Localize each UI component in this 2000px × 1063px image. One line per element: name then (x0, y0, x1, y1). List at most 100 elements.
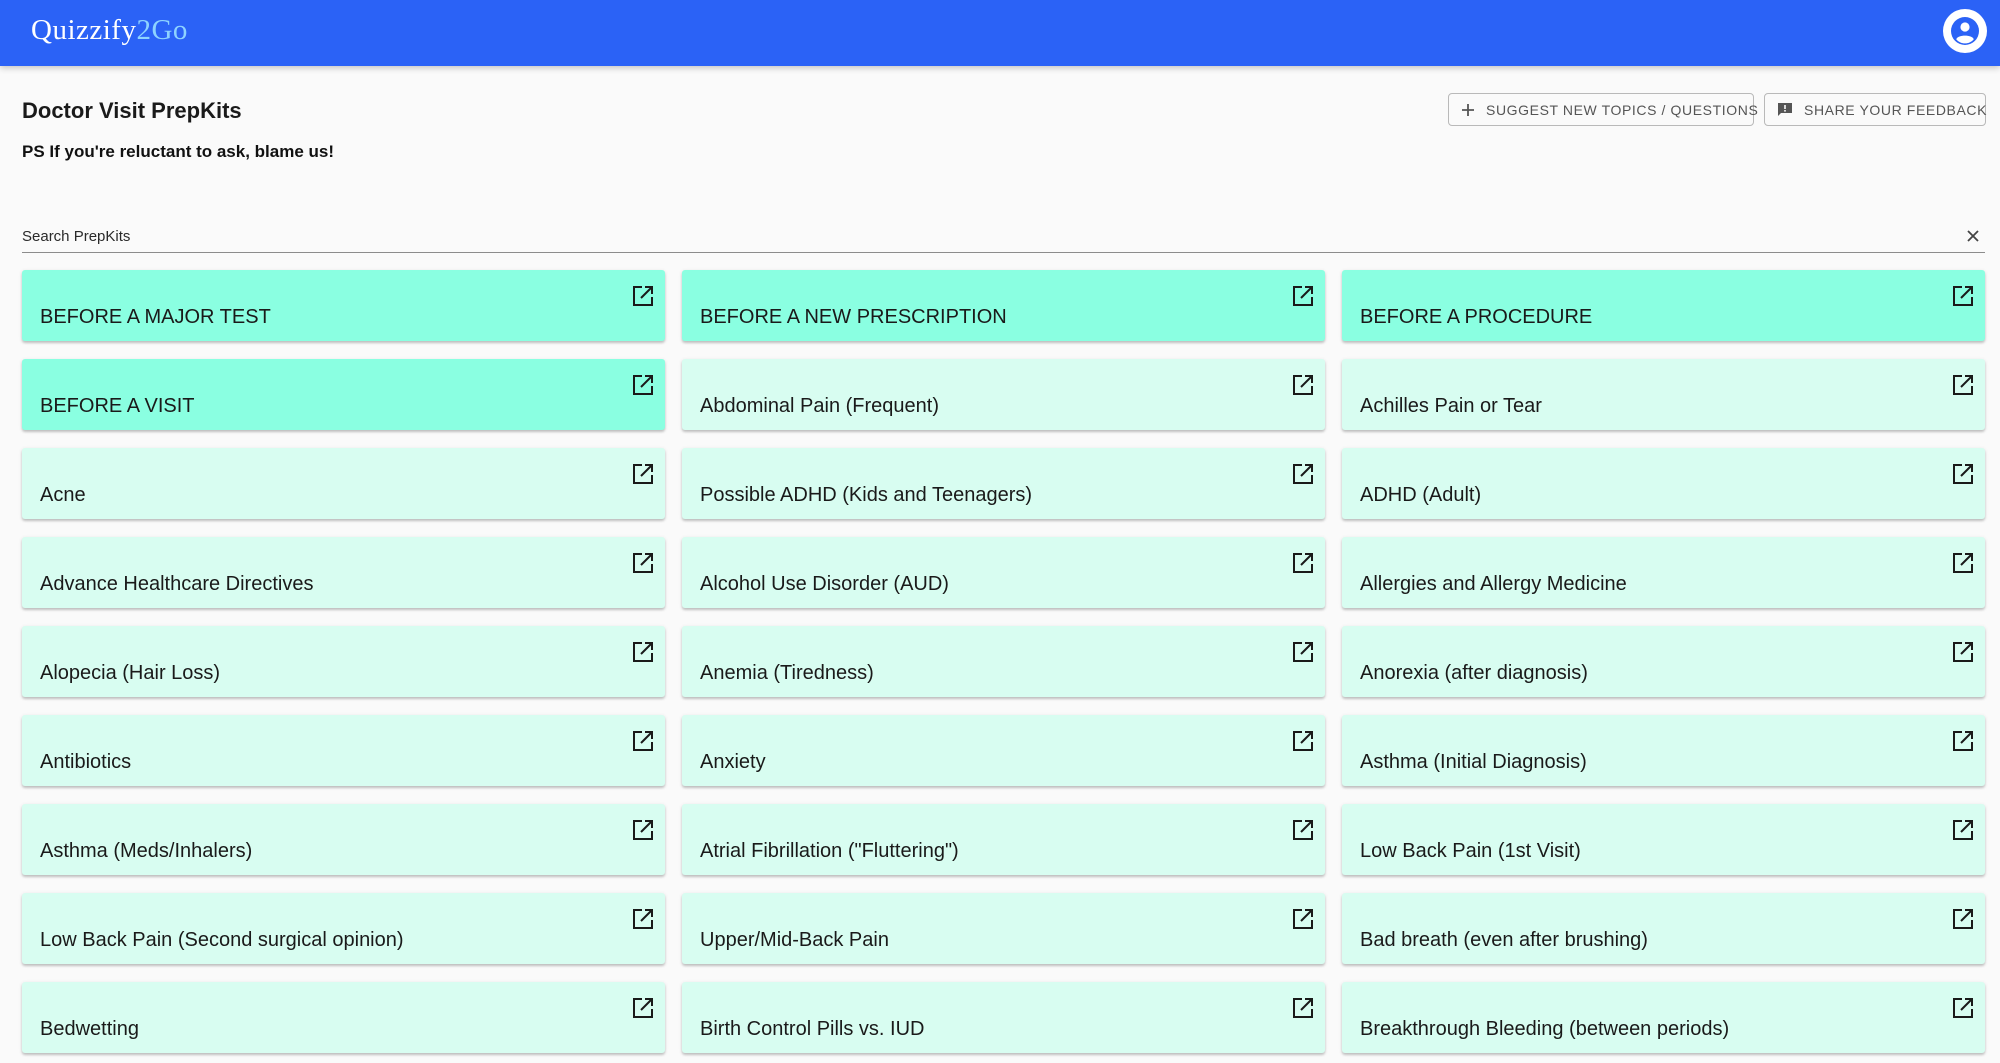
prepkit-card-label: BEFORE A VISIT (40, 395, 195, 417)
open-in-new-icon[interactable] (1951, 818, 1975, 842)
prepkit-card-label: Alopecia (Hair Loss) (40, 662, 221, 684)
open-in-new-icon[interactable] (1291, 818, 1315, 842)
brand-logo[interactable]: Quizzify2Go (31, 12, 188, 48)
open-in-new-icon[interactable] (1951, 640, 1975, 664)
account-circle-icon (1951, 17, 1979, 45)
open-in-new-icon[interactable] (631, 462, 655, 486)
prepkit-card[interactable]: Bad breath (even after brushing) (1342, 893, 1985, 964)
open-in-new-icon[interactable] (1951, 907, 1975, 931)
open-in-new-icon[interactable] (1291, 640, 1315, 664)
open-in-new-icon[interactable] (631, 818, 655, 842)
prepkit-card-label: BEFORE A MAJOR TEST (40, 306, 271, 328)
share-feedback-label: Share your feedback (1804, 101, 1988, 118)
open-in-new-icon[interactable] (631, 640, 655, 664)
prepkit-card[interactable]: Atrial Fibrillation ("Fluttering") (682, 804, 1325, 875)
close-icon (1967, 230, 1979, 242)
top-app-bar: Quizzify2Go (0, 0, 2000, 66)
prepkit-card-label: Bad breath (even after brushing) (1360, 929, 1648, 951)
open-in-new-icon[interactable] (1951, 284, 1975, 308)
prepkit-card-label: Abdominal Pain (Frequent) (700, 395, 940, 417)
prepkit-card[interactable]: Upper/Mid-Back Pain (682, 893, 1325, 964)
suggest-topics-button[interactable]: Suggest new topics / questions (1448, 93, 1758, 126)
prepkit-card-label: Bedwetting (40, 1018, 139, 1040)
prepkit-card-label: Low Back Pain (Second surgical opinion) (40, 929, 404, 951)
prepkit-card-label: ADHD (Adult) (1360, 484, 1482, 506)
prepkit-card-label: Acne (40, 484, 86, 506)
feedback-icon (1776, 101, 1794, 119)
clear-search-button[interactable] (1963, 226, 1983, 246)
open-in-new-icon[interactable] (1291, 996, 1315, 1020)
prepkit-card-label: Alcohol Use Disorder (AUD) (700, 573, 949, 595)
prepkit-card[interactable]: BEFORE A NEW PRESCRIPTION (682, 270, 1325, 341)
suggest-topics-label: Suggest new topics / questions (1486, 101, 1759, 118)
prepkit-card[interactable]: Low Back Pain (1st Visit) (1342, 804, 1985, 875)
open-in-new-icon[interactable] (1291, 551, 1315, 575)
prepkit-card-label: Birth Control Pills vs. IUD (700, 1018, 925, 1040)
prepkit-card[interactable]: Achilles Pain or Tear (1342, 359, 1985, 430)
prepkit-card[interactable]: Antibiotics (22, 715, 665, 786)
prepkit-card[interactable]: BEFORE A VISIT (22, 359, 665, 430)
open-in-new-icon[interactable] (1951, 729, 1975, 753)
prepkit-card[interactable]: Low Back Pain (Second surgical opinion) (22, 893, 665, 964)
brand-name-part1: Quizzify (31, 14, 137, 46)
open-in-new-icon[interactable] (631, 907, 655, 931)
prepkit-card-label: Possible ADHD (Kids and Teenagers) (700, 484, 1033, 506)
prepkit-card-label: Allergies and Allergy Medicine (1360, 573, 1627, 595)
open-in-new-icon[interactable] (1951, 373, 1975, 397)
open-in-new-icon[interactable] (631, 996, 655, 1020)
open-in-new-icon[interactable] (631, 551, 655, 575)
prepkit-card[interactable]: Asthma (Initial Diagnosis) (1342, 715, 1985, 786)
open-in-new-icon[interactable] (1951, 996, 1975, 1020)
open-in-new-icon[interactable] (1951, 551, 1975, 575)
prepkit-card-label: Asthma (Initial Diagnosis) (1360, 751, 1587, 773)
page-title: Doctor Visit PrepKits (22, 98, 242, 123)
prepkit-card[interactable]: Birth Control Pills vs. IUD (682, 982, 1325, 1053)
open-in-new-icon[interactable] (631, 729, 655, 753)
prepkit-card[interactable]: Alcohol Use Disorder (AUD) (682, 537, 1325, 608)
prepkit-card[interactable]: Acne (22, 448, 665, 519)
prepkit-card-label: Atrial Fibrillation ("Fluttering") (700, 840, 959, 862)
prepkit-card[interactable]: Anemia (Tiredness) (682, 626, 1325, 697)
prepkit-card[interactable]: BEFORE A MAJOR TEST (22, 270, 665, 341)
prepkit-card[interactable]: Anxiety (682, 715, 1325, 786)
open-in-new-icon[interactable] (1291, 284, 1315, 308)
prepkit-card[interactable]: ADHD (Adult) (1342, 448, 1985, 519)
search-input[interactable] (22, 222, 1922, 250)
prepkit-card[interactable]: Bedwetting (22, 982, 665, 1053)
plus-icon (1460, 101, 1476, 119)
prepkit-card-label: BEFORE A PROCEDURE (1360, 306, 1593, 328)
prepkit-card-label: Antibiotics (40, 751, 132, 773)
open-in-new-icon[interactable] (631, 373, 655, 397)
open-in-new-icon[interactable] (1951, 462, 1975, 486)
open-in-new-icon[interactable] (1291, 462, 1315, 486)
share-feedback-button[interactable]: Share your feedback (1764, 93, 1986, 126)
open-in-new-icon[interactable] (1291, 907, 1315, 931)
prepkit-card[interactable]: Allergies and Allergy Medicine (1342, 537, 1985, 608)
prepkit-card-label: Anxiety (700, 751, 766, 773)
prepkit-card-label: Achilles Pain or Tear (1360, 395, 1542, 417)
page-subtitle: PS If you're reluctant to ask, blame us! (22, 142, 335, 161)
prepkit-card[interactable]: Alopecia (Hair Loss) (22, 626, 665, 697)
prepkit-card[interactable]: BEFORE A PROCEDURE (1342, 270, 1985, 341)
prepkit-card[interactable]: Abdominal Pain (Frequent) (682, 359, 1325, 430)
prepkit-card[interactable]: Asthma (Meds/Inhalers) (22, 804, 665, 875)
prepkit-card-label: Anorexia (after diagnosis) (1360, 662, 1588, 684)
open-in-new-icon[interactable] (631, 284, 655, 308)
prepkit-card[interactable]: Anorexia (after diagnosis) (1342, 626, 1985, 697)
prepkit-card-label: Upper/Mid-Back Pain (700, 929, 889, 951)
search-field (22, 222, 1985, 253)
prepkit-card-label: Asthma (Meds/Inhalers) (40, 840, 253, 862)
prepkit-card-label: Advance Healthcare Directives (40, 573, 314, 595)
prepkit-card[interactable]: Advance Healthcare Directives (22, 537, 665, 608)
prepkit-card-label: Breakthrough Bleeding (between periods) (1360, 1018, 1730, 1040)
prepkit-card-label: Low Back Pain (1st Visit) (1360, 840, 1581, 862)
prepkit-card[interactable]: Breakthrough Bleeding (between periods) (1342, 982, 1985, 1053)
brand-name-part2: 2Go (136, 14, 188, 46)
prepkit-card[interactable]: Possible ADHD (Kids and Teenagers) (682, 448, 1325, 519)
prepkit-card-label: BEFORE A NEW PRESCRIPTION (700, 306, 1007, 328)
prepkit-grid: BEFORE A MAJOR TEST BEFORE A NEW PRESCRIP… (22, 270, 1985, 1053)
account-button[interactable] (1943, 9, 1987, 53)
prepkit-card-label: Anemia (Tiredness) (700, 662, 874, 684)
open-in-new-icon[interactable] (1291, 729, 1315, 753)
open-in-new-icon[interactable] (1291, 373, 1315, 397)
